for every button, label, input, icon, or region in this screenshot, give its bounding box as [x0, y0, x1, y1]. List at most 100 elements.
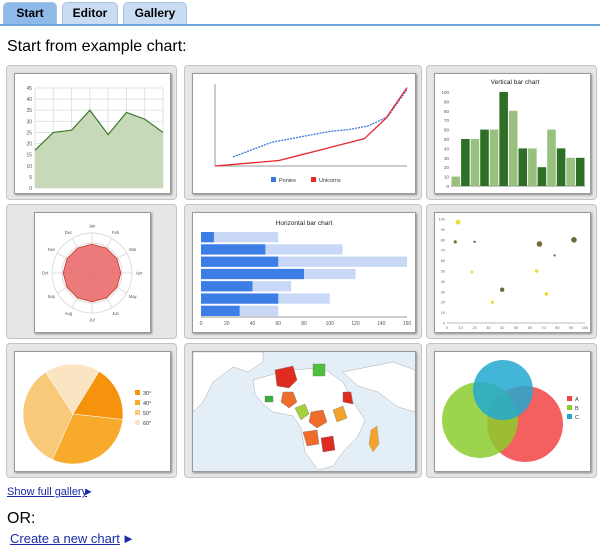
y-tick-label: 100 — [441, 90, 449, 95]
bar — [508, 110, 518, 186]
chart-example-geo-map[interactable] — [184, 343, 422, 478]
y-tick-label: 30 — [441, 290, 445, 294]
chart-title: Horizontal bar chart — [276, 220, 333, 227]
line-chart-thumbnail: Ponies Unicorns — [192, 73, 416, 194]
bar — [556, 148, 566, 186]
chart-example-area[interactable]: 45 40 35 30 25 20 15 10 5 0 — [6, 65, 177, 200]
bar-primary — [201, 232, 214, 243]
bar — [575, 157, 585, 186]
axis-label: Aug — [65, 311, 73, 316]
legend-label: C — [575, 415, 579, 421]
bar — [547, 129, 556, 186]
scatter-point — [455, 219, 461, 225]
bar — [480, 129, 489, 186]
y-tick-label: 10 — [26, 164, 32, 170]
bar — [566, 157, 575, 186]
chart-example-vertical-bar[interactable]: Vertical bar chart 100 90 80 70 60 50 40 30 20 10 0 — [426, 65, 597, 200]
page-heading: Start from example chart: — [7, 38, 187, 55]
x-tick-label: 20 — [224, 321, 230, 327]
scatter-point — [490, 300, 495, 304]
tab-editor[interactable]: Editor — [62, 2, 118, 24]
y-tick-label: 40 — [441, 280, 445, 284]
horizontal-bar-chart-thumbnail: Horizontal bar chart 0 20 40 60 80 100 120 140 16… — [192, 212, 416, 333]
axis-label: Mar — [129, 247, 137, 252]
y-tick-label: 70 — [444, 118, 450, 123]
series-line-unicorns — [214, 87, 408, 167]
chart-example-radar[interactable]: Jan Feb Mar Apr May Jun Jul Aug Sep Oct Nov Dec — [6, 204, 177, 339]
bar-primary — [201, 281, 253, 292]
x-tick-label: 30 — [486, 326, 490, 330]
y-tick-label: 0 — [443, 322, 445, 326]
x-tick-label: 80 — [555, 326, 559, 330]
chart-example-pie[interactable]: 30° 40° 50° 60° — [6, 343, 177, 478]
map-region — [320, 435, 336, 453]
axis-label: Apr — [136, 271, 143, 276]
scatter-chart-thumbnail: 100 90 80 70 60 50 40 30 20 10 0 0 10 20 30 40 50 60 70 80 9… — [434, 212, 591, 333]
or-label: OR: — [7, 510, 36, 527]
x-tick-label: 0 — [446, 326, 448, 330]
chart-example-venn[interactable]: ABC — [426, 343, 597, 478]
bar-primary — [201, 293, 279, 304]
axis-label: Sep — [48, 294, 56, 299]
geo-map-thumbnail — [192, 351, 416, 472]
bar — [470, 139, 480, 186]
y-tick-label: 0 — [29, 186, 32, 192]
scatter-point — [470, 270, 474, 274]
legend-swatch — [135, 390, 140, 395]
chart-example-horizontal-bar[interactable]: Horizontal bar chart 0 20 40 60 80 100 120 140 16… — [184, 204, 422, 339]
chart-example-scatter[interactable]: 100 90 80 70 60 50 40 30 20 10 0 0 10 20 30 40 50 60 70 80 9… — [426, 204, 597, 339]
y-tick-label: 10 — [441, 311, 445, 315]
x-tick-label: 10 — [459, 326, 463, 330]
x-tick-label: 20 — [472, 326, 476, 330]
axis-label: May — [129, 294, 138, 299]
x-tick-label: 40 — [500, 326, 504, 330]
x-tick-label: 50 — [514, 326, 518, 330]
scatter-point — [571, 237, 577, 243]
vertical-bar-chart-thumbnail: Vertical bar chart 100 90 80 70 60 50 40 30 20 10 0 — [434, 73, 591, 194]
y-tick-label: 80 — [441, 238, 445, 242]
legend-swatch — [567, 396, 572, 401]
y-tick-label: 45 — [26, 86, 32, 92]
show-full-gallery-link[interactable]: Show full gallery — [7, 486, 87, 498]
bar-primary — [201, 256, 279, 267]
axis-label: Feb — [112, 230, 120, 235]
x-tick-label: 140 — [377, 321, 386, 327]
y-tick-label: 25 — [26, 130, 32, 136]
bar — [528, 148, 537, 186]
create-new-chart-link[interactable]: Create a new chart — [10, 531, 120, 546]
legend-label: Ponies — [279, 178, 296, 184]
axis-label: Dec — [65, 230, 72, 235]
pie-chart-thumbnail: 30° 40° 50° 60° — [14, 351, 171, 472]
axis-label: Nov — [48, 247, 56, 252]
bar-primary — [201, 268, 304, 280]
y-tick-label: 20 — [444, 165, 450, 170]
scatter-point — [544, 292, 549, 296]
legend-swatch — [135, 420, 140, 425]
x-tick-label: 160 — [403, 321, 412, 327]
y-tick-label: 20 — [26, 142, 32, 148]
x-tick-label: 60 — [528, 326, 532, 330]
scatter-point — [473, 240, 476, 244]
legend-swatch — [567, 414, 572, 419]
legend-label: Unicorns — [319, 178, 341, 184]
y-tick-label: 90 — [441, 228, 445, 232]
show-gallery-arrow-icon: ► — [83, 486, 94, 498]
venn-chart-thumbnail: ABC — [434, 351, 591, 472]
scatter-point — [553, 254, 556, 257]
tab-gallery[interactable]: Gallery — [123, 2, 187, 24]
x-tick-label: 70 — [541, 326, 545, 330]
axis-label: Jun — [112, 311, 119, 316]
y-tick-label: 80 — [444, 109, 450, 114]
map-region — [312, 363, 326, 377]
y-tick-label: 90 — [444, 99, 450, 104]
x-tick-label: 60 — [275, 321, 281, 327]
bar — [499, 92, 508, 186]
legend-swatch — [271, 177, 276, 182]
tab-start[interactable]: Start — [3, 2, 57, 24]
y-tick-label: 10 — [444, 175, 450, 180]
legend-swatch — [311, 177, 316, 182]
map-region — [264, 395, 274, 403]
x-tick-label: 80 — [301, 321, 307, 327]
chart-example-line[interactable]: Ponies Unicorns — [184, 65, 422, 200]
scatter-point — [534, 269, 539, 273]
